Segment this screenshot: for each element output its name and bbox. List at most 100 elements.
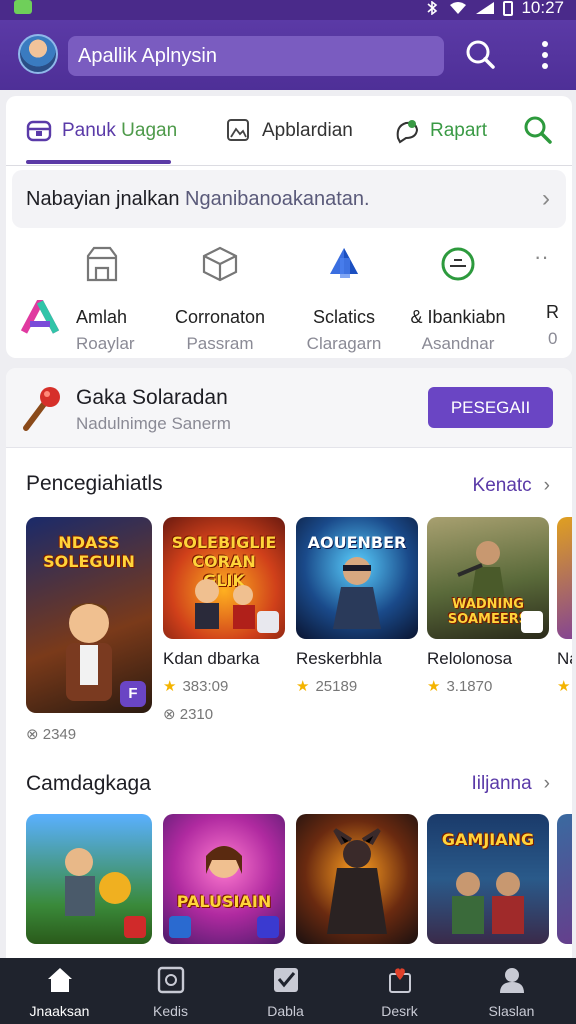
game-rating: ★ 25189 (296, 678, 358, 695)
game-card[interactable] (296, 814, 418, 944)
game-thumbnail (557, 814, 572, 944)
game-thumbnail (557, 517, 572, 639)
tab-label: Apblardian (262, 120, 353, 141)
bottom-navigation: Jnaaksan Kedis Dabla Desrk Slaslan (0, 958, 576, 1024)
shape-icon (330, 248, 358, 278)
chevron-right-icon: › (543, 475, 550, 496)
game-card[interactable]: PALUSIAIN (163, 814, 285, 944)
torch-icon (23, 387, 60, 431)
game-card[interactable] (26, 814, 152, 944)
promo-banner: Gaka Solaradan Nadulnimge Sanerm PESEGAI… (6, 368, 572, 448)
promo-title: Gaka Solaradan (76, 386, 228, 409)
tab-bar: Panuk Uagan Apblardian Rapart (6, 96, 572, 166)
nav-item-kedis[interactable]: Kedis (113, 958, 228, 1024)
chevron-right-icon: › (543, 773, 550, 794)
character-illustration (327, 828, 387, 934)
banner-title: Nabayian jnalkan (26, 188, 180, 210)
rating-badge-icon (257, 611, 279, 633)
star-icon: ★ (427, 678, 441, 695)
game-download-count: ⊗ 2349 (26, 726, 77, 743)
home-icon (47, 968, 72, 992)
category-item-sclatics[interactable]: Sclatics Claragarn (284, 242, 404, 354)
system-icons: 10:27 (423, 0, 564, 18)
see-more-link[interactable]: Kenatc › (473, 475, 550, 497)
game-thumbnail: GAMJIANG (427, 814, 549, 944)
game-title: Kdan dbarka (163, 649, 260, 668)
featured-card: Gaka Solaradan Nadulnimge Sanerm PESEGAI… (6, 368, 572, 968)
game-thumbnail (26, 814, 152, 944)
publisher-badge-icon: F (120, 681, 146, 707)
category-item-corronaton[interactable]: Corronaton Passram (160, 242, 280, 354)
info-banner[interactable]: Nabayian jnalkan Nganibanoakanatan. › (12, 170, 566, 228)
notification-app-icon (14, 0, 32, 14)
active-tab-indicator (26, 160, 171, 164)
more-options-icon[interactable] (532, 38, 558, 72)
search-icon[interactable] (522, 114, 554, 146)
game-card[interactable]: WADNING SOAMEERS Relolonosa ★ 3.1870 (427, 517, 549, 695)
star-icon: ★ (557, 678, 571, 695)
game-title: Na (557, 649, 572, 668)
game-thumbnail: WADNING SOAMEERS (427, 517, 549, 639)
game-card[interactable]: GAMJIANG (427, 814, 549, 944)
character-illustration (452, 872, 524, 934)
wifi-icon (450, 2, 467, 14)
game-title: Relolonosa (427, 649, 513, 668)
game-thumbnail (296, 814, 418, 944)
rating-badge-icon (521, 611, 543, 633)
promo-action-button[interactable]: PESEGAII (428, 387, 553, 428)
game-rating: ★ 3.1870 (427, 678, 493, 695)
game-card[interactable]: AOUENBER Reskerbhla ★ 25189 (296, 517, 418, 695)
app-bar: Apallik Aplnysin (0, 20, 576, 90)
chat-icon (396, 120, 419, 144)
category-item-amlah[interactable]: Amlah Roaylar (50, 242, 170, 354)
avatar[interactable] (18, 34, 58, 74)
star-icon: ★ (163, 678, 177, 695)
category-item-partial[interactable]: ·· R 0 (494, 242, 576, 349)
box-icon (202, 246, 238, 282)
game-card[interactable]: Na ★ (557, 517, 572, 695)
game-download-count: ⊗ 2310 (163, 706, 214, 723)
battery-icon (503, 0, 514, 16)
tab-rapart[interactable]: Rapart (394, 96, 487, 166)
character-illustration (195, 579, 255, 629)
more-dots-icon: ·· (534, 244, 549, 269)
download-icon: ⊗ (26, 726, 43, 743)
nav-item-profile[interactable]: Slaslan (454, 958, 569, 1024)
game-title: Reskerbhla (296, 649, 382, 668)
checkbox-icon (273, 968, 298, 992)
shop-icon (86, 246, 118, 282)
promo-subtitle: Nadulnimge Sanerm (76, 414, 231, 433)
signal-icon (476, 2, 495, 14)
publisher-badge-icon (257, 916, 279, 938)
see-more-link[interactable]: Iiljanna › (471, 773, 550, 795)
game-rating: ★ 383:09 (163, 678, 229, 695)
tab-apblardian[interactable]: Apblardian (226, 96, 353, 166)
game-card[interactable] (557, 814, 572, 944)
character-illustration (457, 541, 506, 605)
category-row: Amlah Roaylar Corronaton Passram Sclatic… (6, 242, 572, 354)
section-title: Camdagkaga (26, 772, 151, 795)
tab-label: Panuk Uagan (62, 120, 178, 141)
profile-icon (499, 968, 524, 993)
game-card[interactable]: NDASS SOLEGUIN F ⊗ 2349 (26, 517, 152, 743)
search-icon[interactable] (462, 36, 498, 74)
bluetooth-icon (427, 1, 438, 15)
games-icon (157, 966, 184, 994)
game-thumbnail: NDASS SOLEGUIN F (26, 517, 152, 713)
game-thumbnail: SOLEBIGLIE CORAN GLIK (163, 517, 285, 639)
nav-item-desrk[interactable]: Desrk (342, 958, 457, 1024)
nav-item-dabla[interactable]: Dabla (228, 958, 343, 1024)
rating-badge-icon (124, 916, 146, 938)
clock: 10:27 (521, 0, 564, 17)
app-title-search-field[interactable]: Apallik Aplnysin (68, 36, 444, 76)
game-card[interactable]: SOLEBIGLIE CORAN GLIK Kdan dbarka ★ 383:0… (163, 517, 285, 723)
game-thumbnail: AOUENBER (296, 517, 418, 639)
tab-panuk-uagan[interactable]: Panuk Uagan (26, 96, 177, 166)
tab-label: Rapart (430, 120, 488, 141)
status-bar: 10:27 (0, 0, 576, 20)
gauge-icon (441, 247, 475, 281)
nav-item-home[interactable]: Jnaaksan (2, 958, 117, 1024)
download-icon: ⊗ (163, 706, 180, 723)
game-rating: ★ (557, 677, 572, 695)
category-card: Panuk Uagan Apblardian Rapart Nabayian j… (6, 96, 572, 358)
